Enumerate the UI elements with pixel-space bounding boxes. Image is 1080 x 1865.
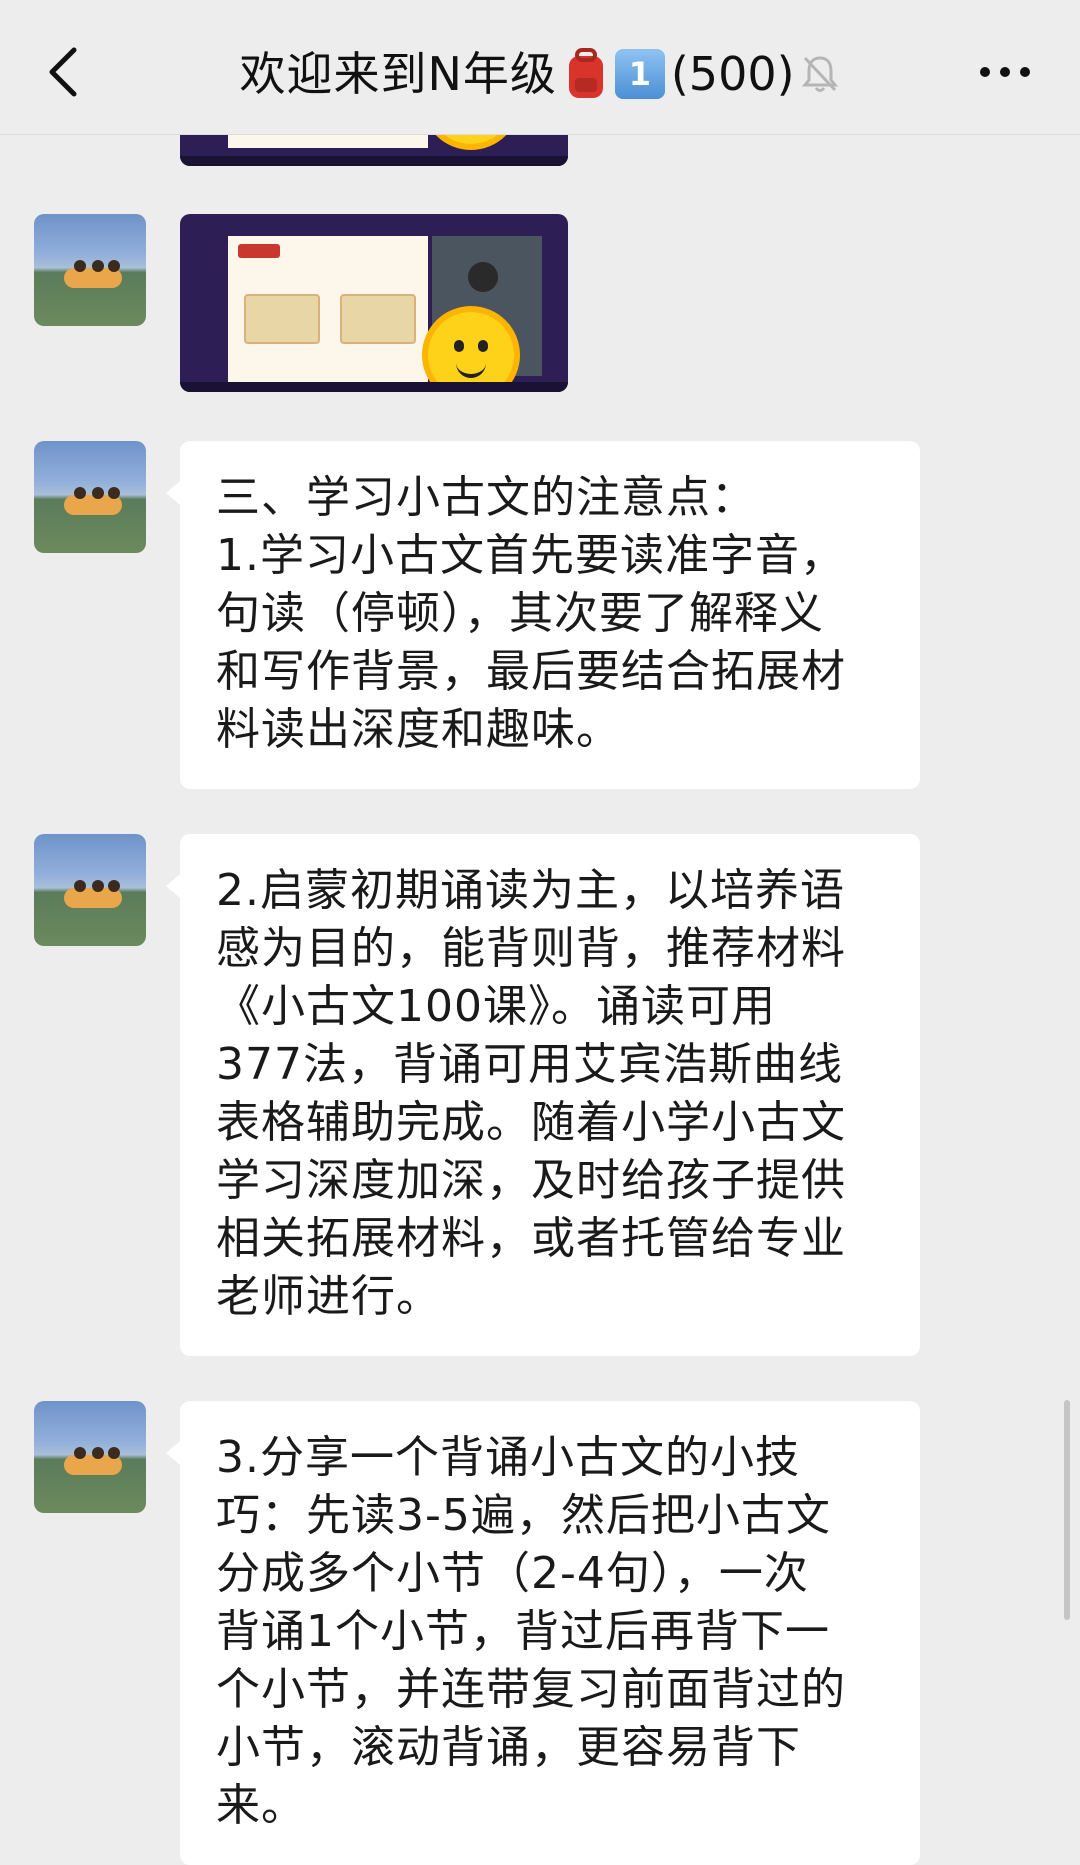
group-title: 欢迎来到N年级 xyxy=(239,47,557,101)
video-slide-preview xyxy=(228,236,428,386)
text-message-bubble[interactable]: 2.启蒙初期诵读为主，以培养语 感为目的，能背则背，推荐材料 《小古文100课》… xyxy=(166,834,920,1356)
message-text: 2.启蒙初期诵读为主，以培养语 感为目的，能背则背，推荐材料 《小古文100课》… xyxy=(216,865,846,1322)
avatar[interactable] xyxy=(34,441,146,553)
avatar[interactable] xyxy=(34,214,146,326)
bell-off-icon xyxy=(801,54,841,94)
chat-title-area[interactable]: 欢迎来到N年级 1 (500) xyxy=(0,44,1080,104)
avatar[interactable] xyxy=(34,1401,146,1513)
backpack-icon xyxy=(563,48,609,100)
text-message-bubble[interactable]: 3.分享一个背诵小古文的小技 巧：先读3-5遍，然后把小古文 分成多个小节（2-… xyxy=(166,1401,920,1865)
scrollbar-thumb[interactable] xyxy=(1064,1400,1070,1620)
sun-sticker xyxy=(428,312,514,392)
more-dots-icon xyxy=(980,67,1030,77)
text-message-bubble[interactable]: 三、学习小古文的注意点： 1.学习小古文首先要读准字音， 句读（停顿），其次要了… xyxy=(166,441,920,789)
message-text: 3.分享一个背诵小古文的小技 巧：先读3-5遍，然后把小古文 分成多个小节（2-… xyxy=(216,1432,846,1831)
chat-header: 欢迎来到N年级 1 (500) xyxy=(0,0,1080,135)
keycap-one-icon: 1 xyxy=(614,49,665,99)
more-button[interactable] xyxy=(970,52,1040,92)
avatar[interactable] xyxy=(34,834,146,946)
member-count: (500) xyxy=(670,47,795,101)
video-progress-bar xyxy=(180,156,568,166)
video-progress-bar xyxy=(180,382,568,392)
message-text: 三、学习小古文的注意点： 1.学习小古文首先要读准字音， 句读（停顿），其次要了… xyxy=(216,472,846,755)
video-message[interactable] xyxy=(180,214,568,392)
